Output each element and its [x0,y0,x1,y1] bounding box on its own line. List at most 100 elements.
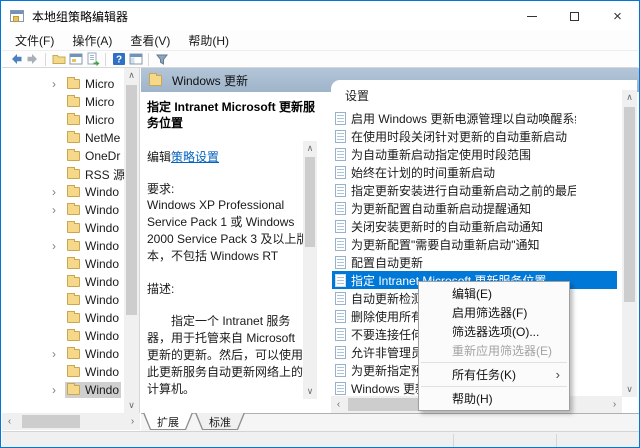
tree-item[interactable]: Windo [2,363,124,381]
tree-item[interactable]: ›Windo [2,183,124,201]
scrollbar-thumb[interactable] [305,157,315,247]
title-bar[interactable]: 本地组策略编辑器 × [1,1,639,31]
back-icon[interactable] [7,52,24,67]
policy-icon [335,292,346,305]
tree-item-content: Windo [65,328,121,344]
tree-item[interactable]: RSS 源 [2,165,124,183]
policy-list-item[interactable]: 为自动重新启动指定使用时段范围 [332,145,618,163]
folder-icon [67,313,80,323]
close-button[interactable]: × [596,1,639,31]
scrollbar-thumb[interactable] [624,107,635,302]
policy-list-item[interactable]: 关闭安装更新时的自动重新启动通知 [332,217,618,235]
chevron-right-icon[interactable]: › [52,205,65,215]
tree-item-content: Windo [65,184,121,200]
edit-prefix: 编辑 [147,150,171,164]
show-hide-console-tree-icon[interactable] [127,52,144,67]
policy-description-pane: 指定 Intranet Microsoft 更新服务位置 编辑策略设置 要求: … [141,92,331,413]
tab-扩展[interactable]: 扩展 [143,413,193,430]
scroll-left-icon[interactable]: ‹ [2,413,17,430]
help-icon[interactable]: ? [110,52,127,67]
scroll-up-icon[interactable]: ∧ [124,68,139,83]
policy-list-item[interactable]: 为更新配置"需要自动重新启动"通知 [332,235,618,253]
context-menu: 编辑(E)启用筛选器(F)筛选器选项(O)...重新应用筛选器(E)所有任务(K… [418,281,570,411]
edit-policy-setting-link[interactable]: 策略设置 [171,150,219,164]
context-menu-item[interactable]: 所有任务(K)› [419,365,569,384]
menu-item-1[interactable]: 操作(A) [63,30,121,51]
folder-icon [67,187,80,197]
scroll-down-icon[interactable]: ∨ [303,384,317,399]
tree-item[interactable]: ›Windo [2,201,124,219]
tree-item-content: Windo [65,310,121,326]
tree-item[interactable]: Windo [2,273,124,291]
folder-icon [67,367,80,377]
tree-item[interactable]: ›Windo [2,381,124,399]
scroll-up-icon[interactable]: ∧ [622,90,637,105]
scroll-left-icon[interactable]: ‹ [331,396,346,413]
context-menu-item[interactable]: 筛选器选项(O)... [419,322,569,341]
tree-item[interactable]: Windo [2,309,124,327]
policy-list-item[interactable]: 为更新配置自动重新启动提醒通知 [332,199,618,217]
context-menu-item[interactable]: 启用筛选器(F) [419,303,569,322]
scroll-right-icon[interactable]: › [607,396,622,413]
scroll-up-icon[interactable]: ∧ [303,141,317,156]
chevron-right-icon[interactable]: › [52,187,65,197]
tree-item[interactable]: Micro [2,111,124,129]
policy-item-label: 在使用时段关闭针对更新的自动重新启动 [351,128,567,145]
tree-item[interactable]: Windo [2,327,124,345]
policy-icon [335,256,346,269]
tab-标准[interactable]: 标准 [195,413,245,430]
chevron-right-icon[interactable]: › [52,385,65,395]
policy-item-label: 启用 Windows 更新电源管理以自动唤醒系统来安装计划的... [351,110,576,127]
tree-item[interactable]: OneDr [2,147,124,165]
scroll-down-icon[interactable]: ∨ [124,398,139,413]
tree-vertical-scrollbar[interactable]: ∧ ∨ [124,68,139,413]
tree-item[interactable]: Windo [2,219,124,237]
toolbar: ? [2,51,638,68]
tree-item-content: Windo [65,382,121,398]
scrollbar-thumb[interactable] [22,415,80,428]
forward-icon[interactable] [24,52,41,67]
tree-item[interactable]: ›Micro [2,75,124,93]
maximize-button[interactable] [553,1,596,31]
folder-icon [67,331,80,341]
tree-item[interactable]: ›Windo [2,345,124,363]
policy-list-item[interactable]: 配置自动更新 [332,253,618,271]
policy-icon [335,346,346,359]
policy-list-item[interactable]: 始终在计划的时间重新启动 [332,163,618,181]
tree-item[interactable]: NetMe [2,129,124,147]
console-window-icon[interactable] [67,52,84,67]
menu-item-3[interactable]: 帮助(H) [179,30,238,51]
tree-item-label: Windo [85,221,119,235]
tree-item-label: Windo [85,311,119,325]
menu-item-2[interactable]: 查看(V) [121,30,179,51]
tree-item[interactable]: Windo [2,255,124,273]
folder-icon [67,295,80,305]
tree-item[interactable]: Windo [2,291,124,309]
policy-icon [335,184,346,197]
filter-icon[interactable] [153,52,170,67]
policy-list-item[interactable]: 启用 Windows 更新电源管理以自动唤醒系统来安装计划的... [332,109,618,127]
export-list-icon[interactable] [84,52,101,67]
folder-up-icon[interactable] [50,52,67,67]
minimize-button[interactable] [510,1,553,31]
chevron-right-icon[interactable]: › [52,349,65,359]
policy-icon [335,112,346,125]
chevron-right-icon[interactable]: › [52,79,65,89]
chevron-right-icon[interactable]: › [52,241,65,251]
context-menu-item[interactable]: 编辑(E) [419,284,569,303]
menu-item-0[interactable]: 文件(F) [6,30,63,51]
scroll-down-icon[interactable]: ∨ [622,382,637,397]
toolbar-separator [148,53,149,66]
tree-item-content: Windo [65,346,121,362]
scroll-right-icon[interactable]: › [125,413,140,430]
scrollbar-thumb[interactable] [126,85,137,315]
policy-list-item[interactable]: 在使用时段关闭针对更新的自动重新启动 [332,127,618,145]
context-menu-item[interactable]: 帮助(H) [419,389,569,408]
settings-vertical-scrollbar[interactable]: ∧ ∨ [622,90,637,397]
policy-list-item[interactable]: 指定更新安装进行自动重新启动之前的最后期限 [332,181,618,199]
tree-item[interactable]: ›Windo [2,237,124,255]
description-vertical-scrollbar[interactable]: ∧ ∨ [303,141,317,399]
tree-horizontal-scrollbar[interactable]: ‹ › [2,413,140,430]
settings-column-header[interactable]: 设置 [345,87,369,104]
tree-item[interactable]: Micro [2,93,124,111]
